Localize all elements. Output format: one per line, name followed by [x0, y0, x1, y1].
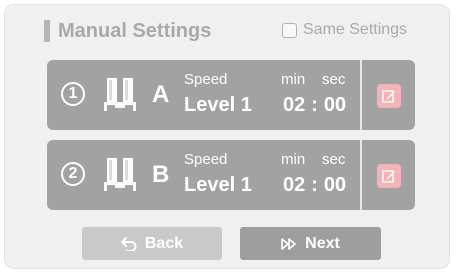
speed-value: Level 1 — [184, 94, 252, 116]
title-accent-bar — [44, 20, 50, 42]
same-settings-checkbox[interactable] — [282, 22, 297, 38]
min-label: min — [281, 71, 306, 88]
back-button-label: Back — [144, 234, 184, 252]
edit-icon — [382, 170, 395, 183]
card-divider — [360, 60, 362, 130]
timer-separator: : — [311, 174, 318, 196]
next-button[interactable]: Next — [240, 227, 381, 260]
same-settings-toggle[interactable]: Same Settings — [282, 21, 407, 39]
timer-seconds: 00 — [323, 94, 347, 116]
timer-minutes: 02 — [283, 94, 306, 116]
speed-label: Speed — [184, 151, 228, 168]
timer-display: 02:00 — [283, 93, 346, 117]
nozzle-index-badge: 2 — [61, 162, 85, 186]
nozzle-icon — [104, 78, 136, 111]
speed-value: Level 1 — [184, 174, 252, 196]
sec-label: sec — [322, 151, 346, 168]
settings-panel — [4, 4, 450, 269]
edit-button-a[interactable] — [377, 84, 401, 108]
same-settings-label: Same Settings — [303, 21, 408, 38]
nozzle-index-badge: 1 — [61, 82, 85, 106]
back-button[interactable]: Back — [82, 227, 222, 260]
card-divider — [360, 140, 362, 210]
back-arrow-icon — [120, 236, 137, 251]
timer-separator: : — [311, 94, 318, 116]
page-title: Manual Settings — [58, 20, 212, 42]
timer-seconds: 00 — [323, 174, 347, 196]
nozzle-card-a: 1 A Speed Level 1 min sec 02:00 — [47, 60, 415, 130]
timer-display: 02:00 — [283, 173, 346, 197]
nozzle-letter: A — [152, 81, 170, 108]
timer-minutes: 02 — [283, 174, 306, 196]
speed-label: Speed — [184, 71, 228, 88]
next-button-label: Next — [305, 234, 340, 252]
nozzle-letter: B — [152, 161, 170, 188]
sec-label: sec — [322, 71, 346, 88]
min-label: min — [281, 151, 306, 168]
fast-forward-icon — [281, 237, 296, 250]
nozzle-icon — [104, 158, 136, 191]
edit-button-b[interactable] — [377, 164, 401, 188]
edit-icon — [382, 90, 395, 103]
nozzle-card-b: 2 B Speed Level 1 min sec 02:00 — [47, 140, 415, 210]
